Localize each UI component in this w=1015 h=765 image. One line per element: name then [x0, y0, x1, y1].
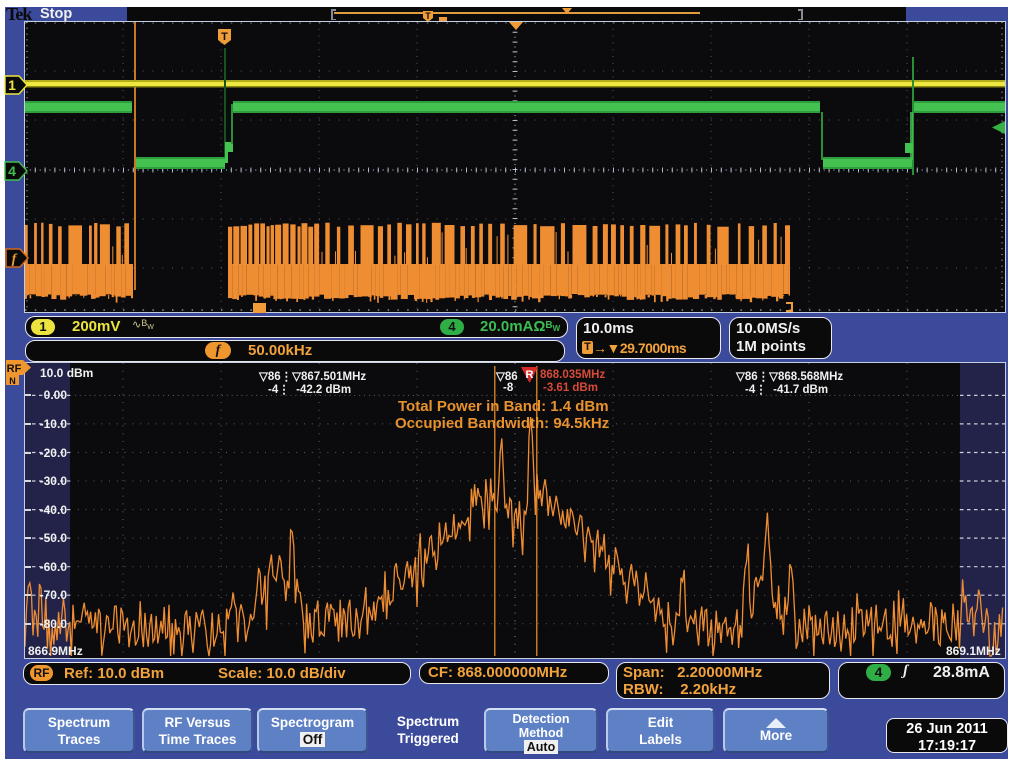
svg-text:1: 1 [8, 77, 16, 93]
svg-text:R: R [526, 369, 534, 381]
svg-text:T: T [425, 11, 431, 21]
svg-text:RF: RF [7, 363, 22, 375]
svg-text:N: N [9, 376, 16, 386]
svg-text:4: 4 [8, 163, 16, 179]
svg-text:T: T [221, 31, 228, 43]
